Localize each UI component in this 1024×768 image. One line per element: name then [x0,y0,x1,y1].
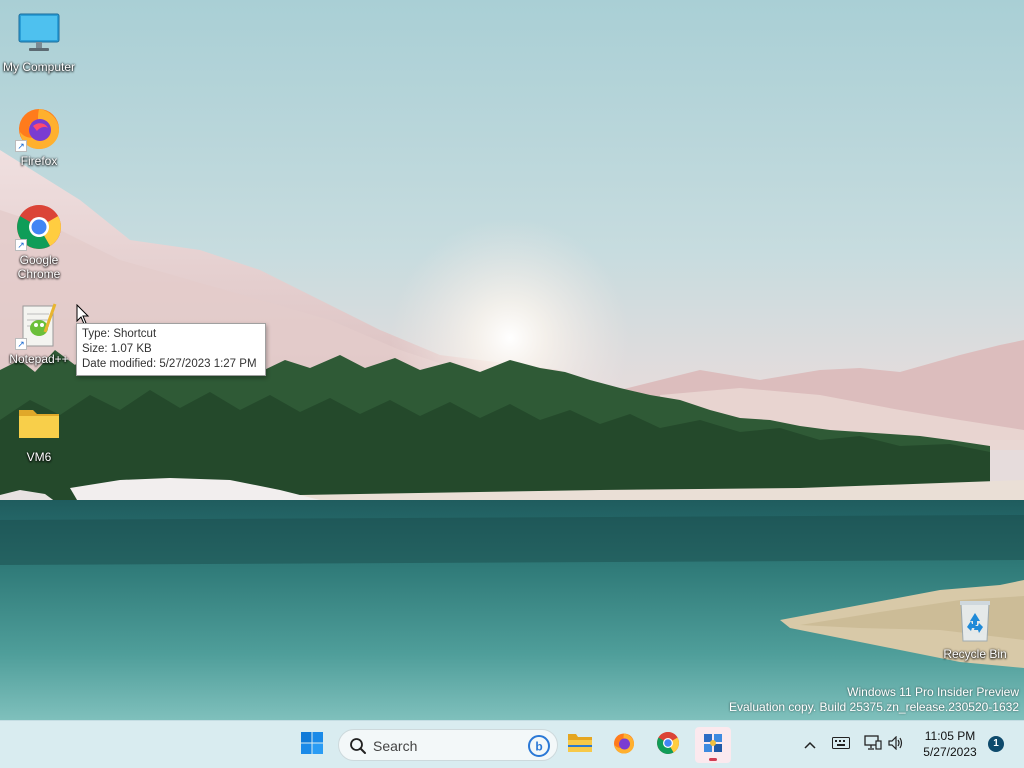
desktop-icon-label: Recycle Bin [943,647,1007,661]
desktop-icon-notepadpp[interactable]: ↗ Notepad++ [0,302,78,366]
svg-text:b: b [535,740,542,754]
speaker-icon [888,735,904,755]
shortcut-arrow-icon: ↗ [15,239,27,251]
network-icon [864,734,882,756]
monitor-icon [15,10,63,58]
show-hidden-icons-button[interactable] [800,731,820,759]
desktop-icon-label: VM6 [26,450,52,464]
keyboard-icon [832,736,850,754]
desktop-icon-label: My Computer [2,60,76,74]
active-indicator [709,758,717,761]
desktop-icon-vm6[interactable]: VM6 [0,400,78,464]
clock-time: 11:05 PM [924,729,976,743]
desktop-icon-label: Google Chrome [17,253,61,281]
search-icon [349,737,367,760]
taskbar-firefox[interactable] [606,727,642,763]
chrome-icon: ↗ [15,203,63,251]
desktop-icon-label: Firefox [20,154,58,168]
desktop-icon-recycle-bin[interactable]: Recycle Bin [936,597,1014,661]
taskbar: b [0,720,1024,768]
desktop-icon-my-computer[interactable]: My Computer [0,10,78,74]
recycle-bin-icon [951,597,999,645]
puzzle-app-icon [701,731,725,760]
evaluation-watermark: Windows 11 Pro Insider Preview Evaluatio… [729,685,1019,715]
windows-logo-icon [300,731,324,760]
taskbar-active-app[interactable] [695,727,731,763]
watermark-build: Evaluation copy. Build 25375.zn_release.… [729,700,1019,714]
clock-date: 5/27/2023 [923,745,977,759]
chrome-icon [656,731,680,760]
taskbar-chrome[interactable] [650,727,686,763]
firefox-icon: ↗ [15,104,63,152]
desktop-icon-firefox[interactable]: ↗ Firefox [0,104,78,168]
taskbar-search-box[interactable]: b [338,729,558,761]
search-input[interactable] [371,735,525,757]
folder-icon [567,731,593,760]
desktop-icon-google-chrome[interactable]: ↗ Google Chrome [0,203,78,281]
shortcut-arrow-icon: ↗ [15,338,27,350]
folder-icon [15,400,63,448]
shortcut-tooltip: Type: Shortcut Size: 1.07 KB Date modifi… [76,323,266,376]
start-button[interactable] [294,727,330,763]
tooltip-size: Size: 1.07 KB [82,343,152,355]
shortcut-arrow-icon: ↗ [15,140,27,152]
notification-badge[interactable]: 1 [988,736,1004,752]
tooltip-type: Type: Shortcut [82,328,157,340]
chevron-up-icon [804,736,816,754]
taskbar-file-explorer[interactable] [562,727,598,763]
taskbar-clock[interactable]: 11:05 PM 5/27/2023 [912,728,988,760]
network-button[interactable] [862,731,884,759]
volume-button[interactable] [886,731,906,759]
desktop-icon-label: Notepad++ [9,352,69,366]
tooltip-date-modified: Date modified: 5/27/2023 1:27 PM [82,358,257,370]
bing-icon[interactable]: b [527,734,551,763]
keyboard-layout-button[interactable] [830,731,852,759]
firefox-icon [612,731,636,760]
watermark-edition: Windows 11 Pro Insider Preview [847,685,1019,699]
notepadpp-icon: ↗ [15,302,63,350]
